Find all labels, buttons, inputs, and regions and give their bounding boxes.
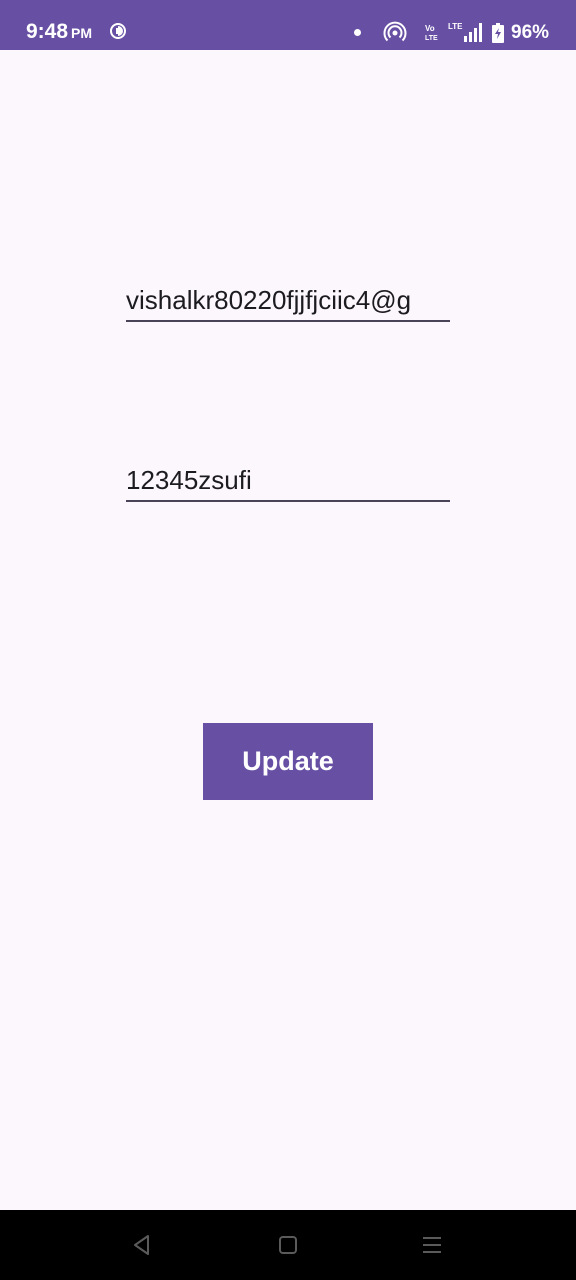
lte-signal-icon: LTE	[448, 22, 482, 42]
time-text: 9:48	[26, 20, 69, 43]
email-field[interactable]: vishalkr80220fjjfjciic4@g	[126, 283, 450, 322]
back-icon[interactable]	[129, 1232, 155, 1258]
ampm-text: PM	[71, 25, 93, 41]
hotspot-icon	[383, 21, 407, 42]
battery-icon	[492, 23, 504, 43]
svg-text:Vo: Vo	[425, 24, 435, 33]
svg-text:LTE: LTE	[448, 22, 463, 31]
svg-text:LTE: LTE	[425, 35, 438, 42]
status-bar: 9:48 PM Vo LTE LTE 96%	[0, 0, 576, 50]
battery-percent: 96%	[511, 22, 550, 43]
menu-icon[interactable]	[419, 1232, 445, 1258]
password-field[interactable]: 12345zsufi	[126, 463, 450, 502]
status-time: 9:48 PM	[26, 20, 92, 44]
volte-icon: Vo LTE	[425, 24, 438, 42]
update-button[interactable]: Update	[203, 723, 373, 800]
home-icon[interactable]	[275, 1232, 301, 1258]
app-screen: 9:48 PM Vo LTE LTE 96% vishalkr80220fjjf…	[0, 0, 576, 1280]
dot-icon	[354, 29, 361, 36]
app-notification-icon	[110, 23, 126, 39]
navigation-bar	[0, 1210, 576, 1280]
